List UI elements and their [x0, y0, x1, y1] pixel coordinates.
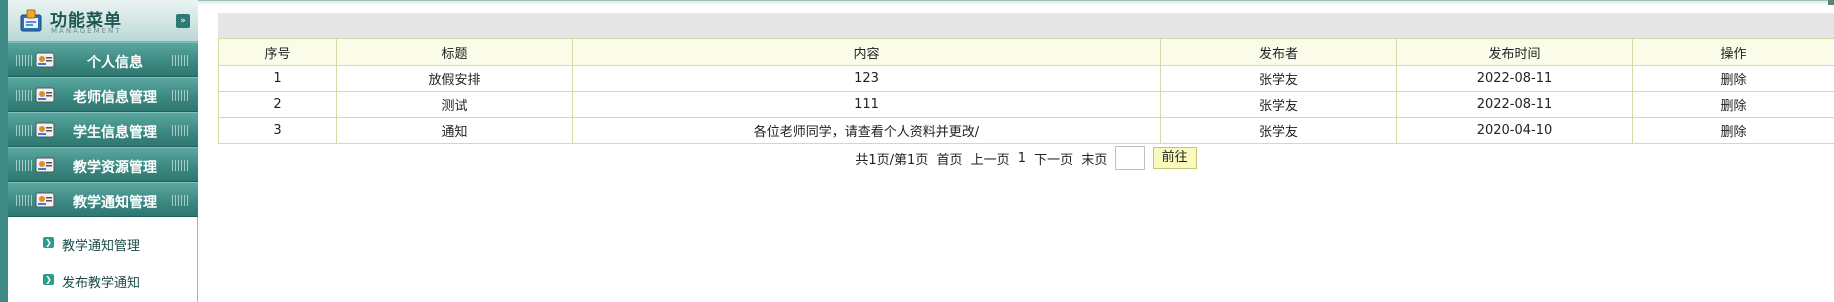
table-row: 1 放假安排 123 张学友 2022-08-11 删除	[218, 65, 1834, 92]
notice-table: 序号 标题 内容 发布者 发布时间 操作 1 放假安排 123 张学友 2022…	[218, 38, 1834, 144]
header-action: 操作	[1632, 38, 1834, 66]
cell-action: 删除	[1632, 91, 1834, 118]
menu-item-notice-management[interactable]: 教学通知管理	[8, 182, 198, 217]
cell-title: 放假安排	[336, 65, 573, 92]
cell-publisher: 张学友	[1160, 91, 1397, 118]
top-corner-mark	[1828, 0, 1834, 5]
header-title: 标题	[336, 38, 573, 66]
arrow-right-icon: ❯	[43, 237, 54, 248]
cell-no: 1	[218, 65, 337, 92]
menu-item-personal-info[interactable]: 个人信息	[8, 42, 198, 77]
cell-content: 111	[572, 91, 1161, 118]
menu-item-teacher-management[interactable]: 老师信息管理	[8, 77, 198, 112]
table-row: 3 通知 各位老师同学，请查看个人资料并更改/ 张学友 2020-04-10 删…	[218, 117, 1834, 144]
menu-item-student-management[interactable]: 学生信息管理	[8, 112, 198, 147]
cell-action: 删除	[1632, 65, 1834, 92]
header-publisher: 发布者	[1160, 38, 1397, 66]
pagination: 共1页/第1页 首页 上一页 1 下一页 末页 前往	[218, 146, 1834, 172]
grip-right	[172, 55, 190, 66]
header-no: 序号	[218, 38, 337, 66]
cell-time: 2022-08-11	[1396, 65, 1633, 92]
delete-link[interactable]: 删除	[1720, 125, 1746, 140]
cell-title: 测试	[336, 91, 573, 118]
cell-content: 123	[572, 65, 1161, 92]
table-header-row: 序号 标题 内容 发布者 发布时间 操作	[218, 38, 1834, 66]
last-page-link[interactable]: 末页	[1081, 149, 1107, 168]
grip-right	[172, 195, 190, 206]
cell-content: 各位老师同学，请查看个人资料并更改/	[572, 117, 1161, 144]
cell-publisher: 张学友	[1160, 65, 1397, 92]
menu-item-label: 学生信息管理	[73, 125, 157, 141]
submenu-item-label: 教学通知管理	[62, 239, 141, 254]
menu-item-label: 老师信息管理	[73, 90, 157, 106]
arrow-right-icon: ❯	[43, 274, 54, 285]
submenu-item-label: 发布教学通知	[62, 276, 141, 291]
delete-link[interactable]: 删除	[1720, 73, 1746, 88]
header-publish-time: 发布时间	[1396, 38, 1633, 66]
page-number-input[interactable]	[1115, 146, 1146, 170]
cell-time: 2020-04-10	[1396, 117, 1633, 144]
menu-item-label: 教学通知管理	[73, 195, 157, 211]
first-page-link[interactable]: 首页	[936, 149, 962, 168]
go-button[interactable]: 前往	[1152, 147, 1197, 169]
grip-right	[172, 160, 190, 171]
sidebar: 功能菜单 MANAGEMENT » 个人信息 老师信息管理 学生信息管理 教学资…	[8, 0, 198, 302]
current-page-number: 1	[1017, 150, 1027, 166]
header-content: 内容	[572, 38, 1161, 66]
grip-right	[172, 125, 190, 136]
left-edge-strip	[0, 0, 8, 302]
menu-logo-icon	[20, 9, 42, 32]
table-row: 2 测试 111 张学友 2022-08-11 删除	[218, 91, 1834, 118]
page-summary: 共1页/第1页	[855, 152, 929, 168]
prev-page-link[interactable]: 上一页	[971, 149, 1010, 168]
menu-item-resource-management[interactable]: 教学资源管理	[8, 147, 198, 182]
cell-publisher: 张学友	[1160, 117, 1397, 144]
menu-subtitle: MANAGEMENT	[51, 27, 122, 35]
top-border	[198, 0, 1834, 5]
cell-no: 2	[218, 91, 337, 118]
cell-no: 3	[218, 117, 337, 144]
submenu-item-publish-notice[interactable]: ❯ 发布教学通知	[8, 264, 198, 298]
grip-right	[172, 90, 190, 101]
cell-time: 2022-08-11	[1396, 91, 1633, 118]
menu-header: 功能菜单 MANAGEMENT »	[8, 0, 198, 42]
menu-item-label: 个人信息	[87, 55, 143, 71]
double-chevron-down-icon[interactable]: »	[176, 14, 190, 28]
menu-item-label: 教学资源管理	[73, 160, 157, 176]
delete-link[interactable]: 删除	[1720, 99, 1746, 114]
table-toolbar	[218, 13, 1834, 38]
next-page-link[interactable]: 下一页	[1034, 149, 1073, 168]
cell-title: 通知	[336, 117, 573, 144]
submenu-item-notice-management[interactable]: ❯ 教学通知管理	[8, 227, 198, 261]
cell-action: 删除	[1632, 117, 1834, 144]
